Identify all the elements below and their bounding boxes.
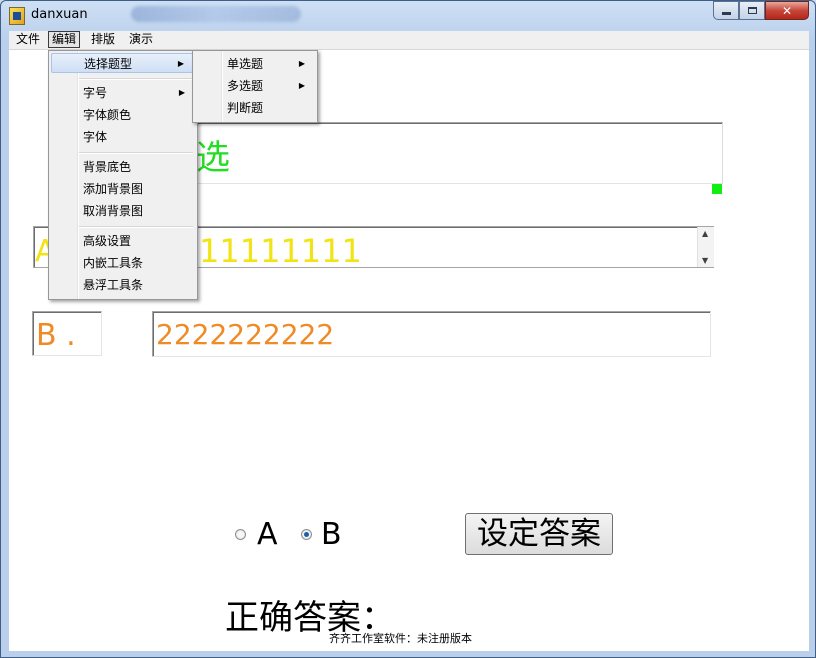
submenu-arrow-icon: ▶ (298, 81, 305, 90)
menu-item-label: 取消背景图 (83, 204, 144, 218)
menu-item-label: 字号 (83, 86, 108, 100)
menu-item-add-background-image[interactable]: 添加背景图 (51, 179, 193, 199)
submenu-item-label: 多选题 (227, 79, 264, 93)
submenu-item-label: 单选题 (227, 57, 264, 71)
menu-item-label: 高级设置 (83, 234, 132, 248)
menu-separator (79, 78, 193, 80)
submenu-arrow-icon: ▶ (298, 59, 305, 68)
menu-item-label: 字体颜色 (83, 108, 132, 122)
option-b-label: B . (36, 318, 76, 353)
option-a-scrollbar[interactable]: ▲ ▼ (697, 227, 714, 267)
window-title: danxuan (31, 7, 88, 22)
submenu-arrow-icon: ▶ (177, 59, 184, 68)
submenu-item-single-choice[interactable]: 单选题 ▶ (195, 53, 313, 75)
menu-item-label: 字体 (83, 130, 108, 144)
option-a-text: 11111111 (199, 232, 362, 270)
app-icon[interactable] (9, 7, 25, 25)
menu-item-label: 背景底色 (83, 160, 132, 174)
caption-buttons: ✕ (713, 1, 809, 21)
radio-b-label[interactable]: B (321, 517, 342, 552)
menu-item-embedded-toolbar[interactable]: 内嵌工具条 (51, 253, 193, 273)
submenu-item-label: 判断题 (227, 101, 264, 115)
menu-item-floating-toolbar[interactable]: 悬浮工具条 (51, 275, 193, 295)
unregistered-notice: 齐齐工作室软件：未注册版本 (329, 632, 472, 645)
menu-layout[interactable]: 排版 (88, 32, 118, 47)
close-button[interactable]: ✕ (765, 1, 809, 20)
menu-item-label: 添加背景图 (83, 182, 144, 196)
title-blurred-region (131, 6, 301, 22)
set-answer-button[interactable]: 设定答案 (465, 513, 613, 555)
menu-present[interactable]: 演示 (126, 32, 156, 47)
menu-item-remove-background-image[interactable]: 取消背景图 (51, 201, 193, 221)
question-textbox[interactable] (194, 122, 723, 184)
minimize-button[interactable] (713, 1, 739, 20)
submenu-item-true-false[interactable]: 判断题 (195, 97, 313, 119)
maximize-icon (747, 7, 757, 14)
menu-item-label: 悬浮工具条 (83, 278, 144, 292)
radio-a[interactable] (235, 529, 246, 540)
menu-item-font-size[interactable]: 字号 ▶ (51, 83, 193, 103)
edit-dropdown-menu: 选择题型 ▶ 字号 ▶ 字体颜色 字体 背景底色 添加背景图 取消背景图 高级设… (48, 50, 198, 300)
radio-b[interactable] (301, 529, 312, 540)
question-type-submenu: 单选题 ▶ 多选题 ▶ 判断题 (192, 50, 318, 123)
scroll-up-icon[interactable]: ▲ (702, 229, 708, 238)
menu-bar: 文件 编辑 排版 演示 (9, 31, 809, 50)
title-bar[interactable]: danxuan ✕ (1, 1, 815, 31)
maximize-button[interactable] (739, 1, 765, 20)
menu-item-label: 内嵌工具条 (83, 256, 144, 270)
option-b-text: 2222222222 (156, 318, 335, 351)
resize-handle[interactable] (712, 184, 722, 194)
menu-item-background-color[interactable]: 背景底色 (51, 157, 193, 177)
menu-item-font-color[interactable]: 字体颜色 (51, 105, 193, 125)
question-text: 选 (196, 138, 230, 178)
minimize-icon (721, 12, 731, 15)
submenu-arrow-icon: ▶ (178, 88, 185, 97)
menu-item-label: 选择题型 (84, 57, 133, 71)
menu-item-advanced-settings[interactable]: 高级设置 (51, 231, 193, 251)
close-icon: ✕ (781, 3, 793, 18)
menu-separator (79, 226, 193, 228)
menu-separator (79, 152, 193, 154)
scroll-down-icon[interactable]: ▼ (702, 256, 708, 265)
radio-a-label[interactable]: A (257, 517, 278, 552)
menu-item-question-type[interactable]: 选择题型 ▶ (51, 53, 193, 73)
menu-edit[interactable]: 编辑 (48, 31, 81, 48)
menu-item-font[interactable]: 字体 (51, 127, 193, 147)
menu-file[interactable]: 文件 (13, 32, 43, 47)
submenu-item-multiple-choice[interactable]: 多选题 ▶ (195, 75, 313, 97)
app-window: danxuan ✕ 文件 编辑 排版 演示 选 A 11111111 ▲ ▼ B… (0, 0, 816, 658)
